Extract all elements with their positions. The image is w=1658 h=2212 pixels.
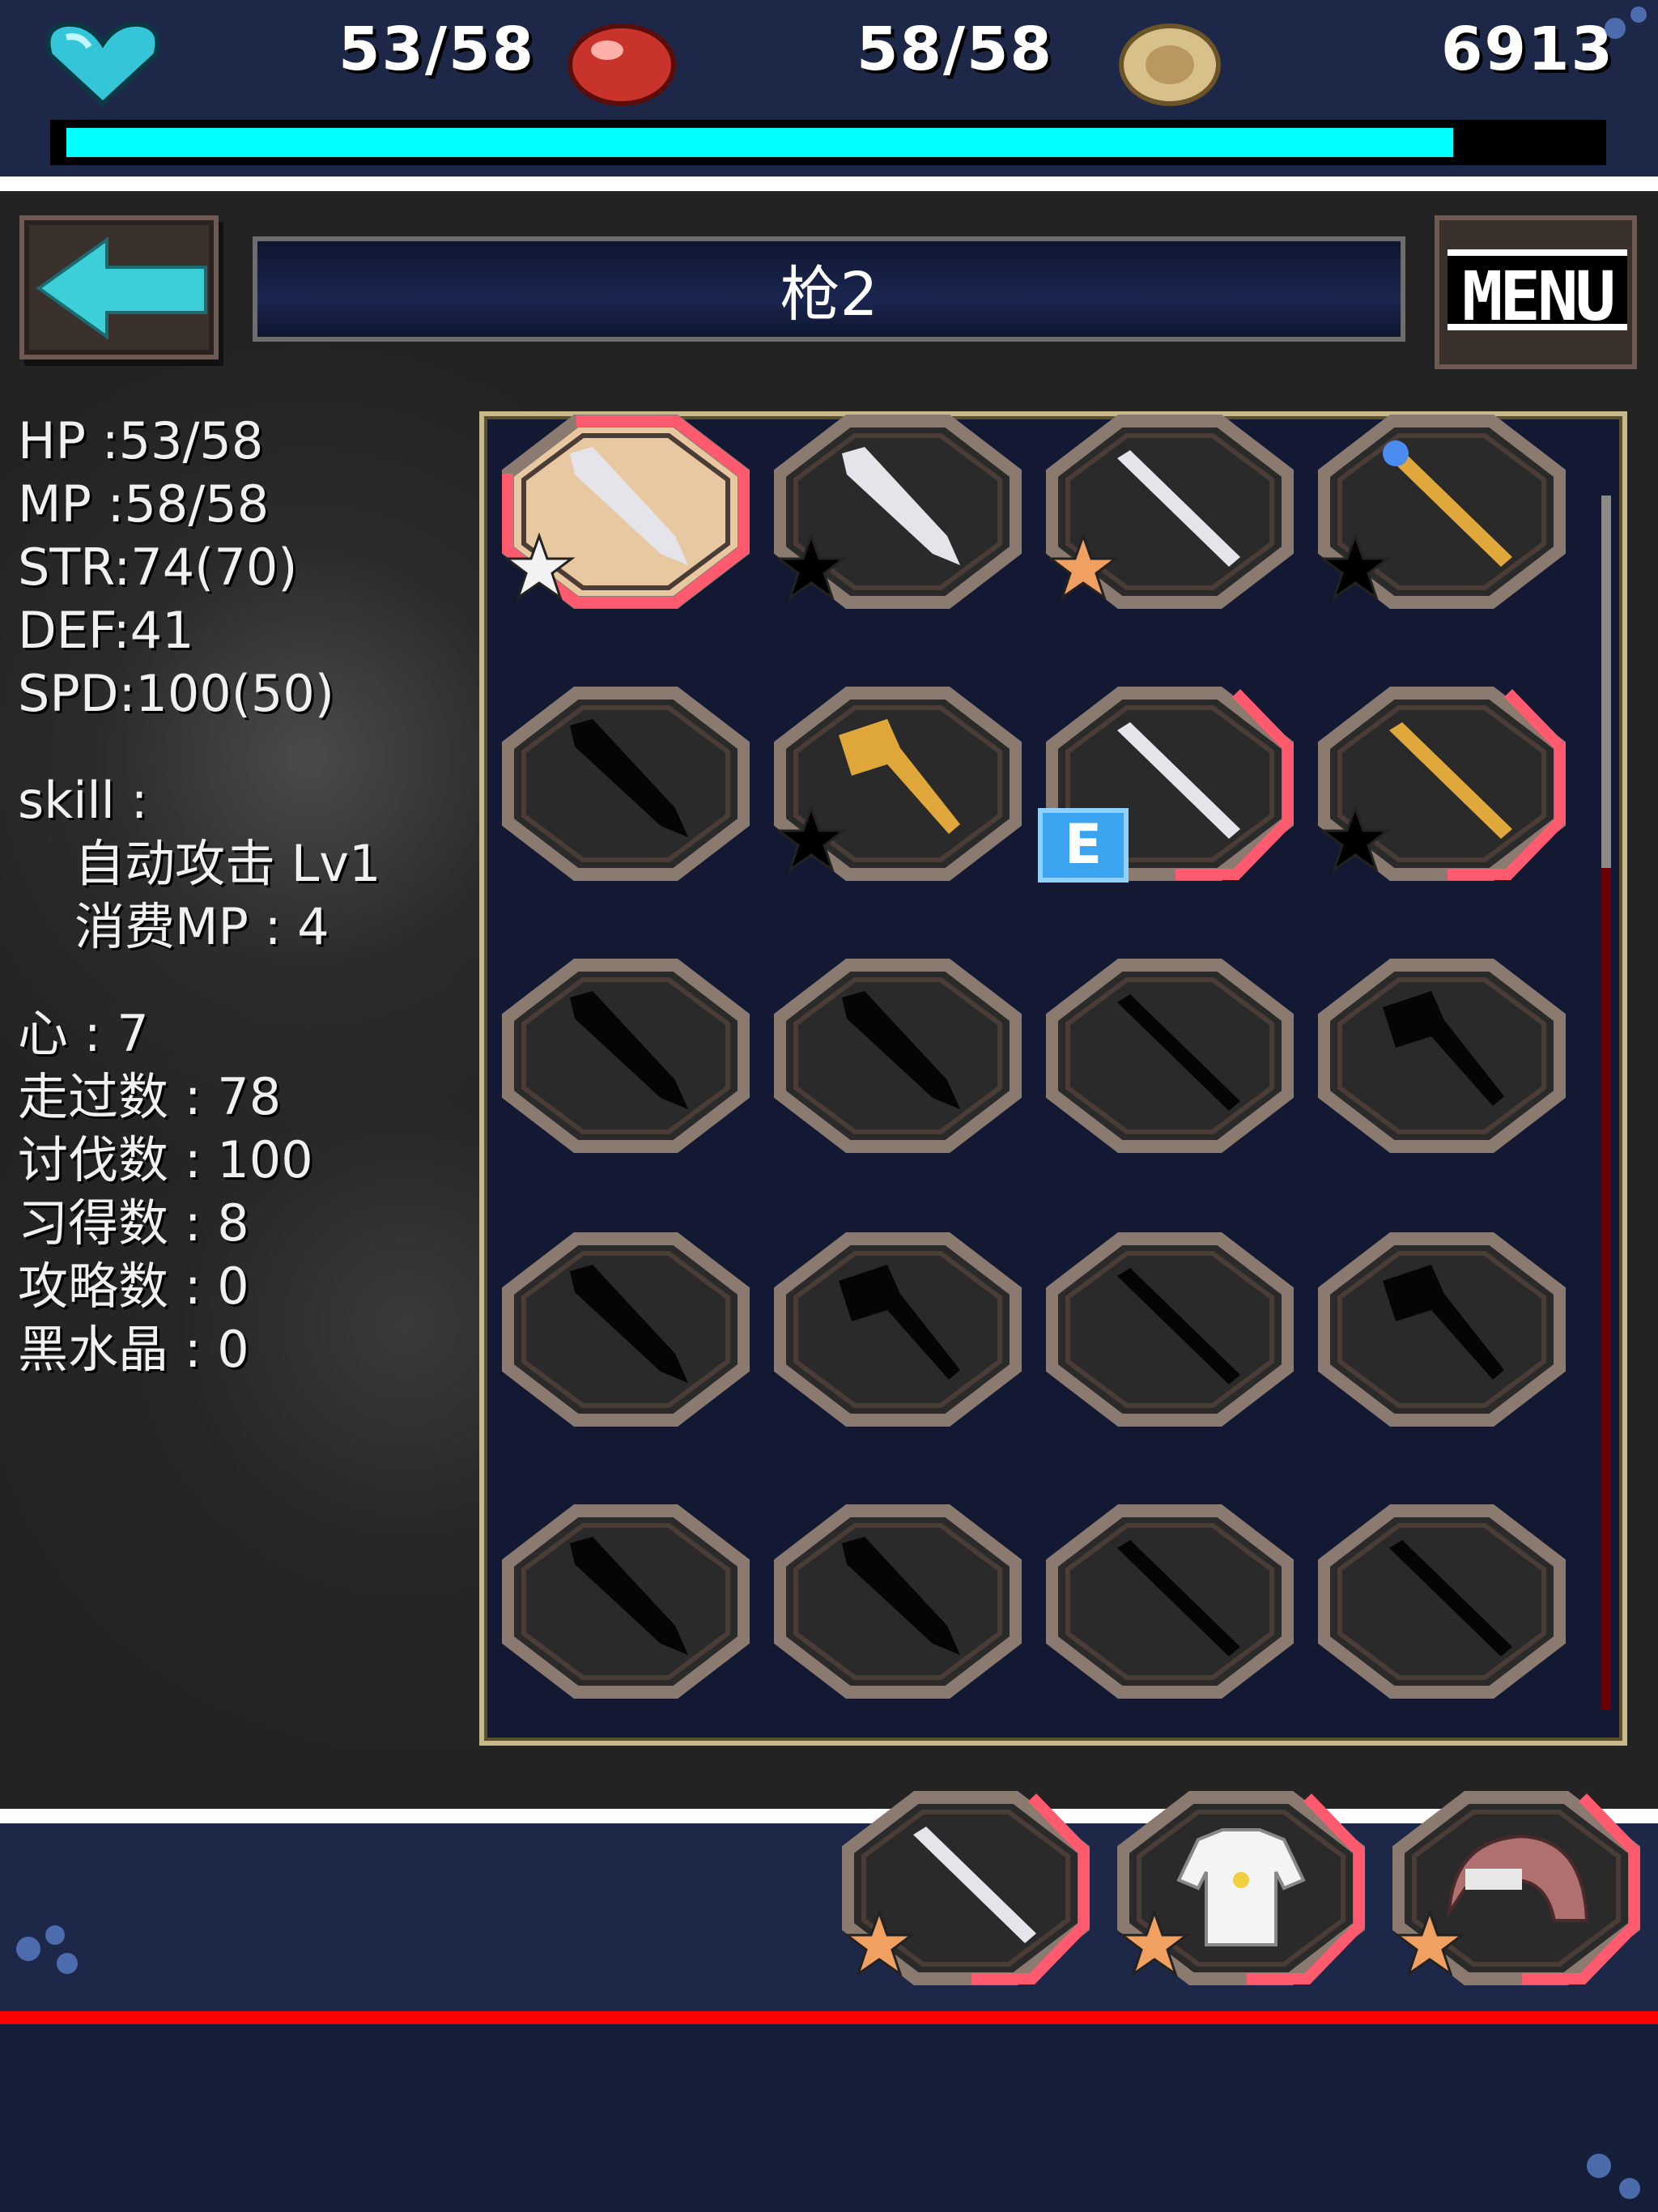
stat-spd: SPD:100(50) xyxy=(18,664,334,723)
item-slot-frame xyxy=(1318,959,1566,1153)
item-slot[interactable] xyxy=(774,1504,1022,1699)
arrow-left-icon xyxy=(36,236,207,340)
heart-icon xyxy=(45,21,160,108)
item-slot[interactable] xyxy=(1318,959,1566,1153)
item-slot[interactable] xyxy=(774,687,1022,881)
stat-black-crystal: 黑水晶 : 0 xyxy=(18,1320,249,1379)
item-slot[interactable] xyxy=(774,1232,1022,1427)
item-slot[interactable] xyxy=(502,1232,750,1427)
gold-coin-icon xyxy=(1119,23,1221,106)
item-slot[interactable] xyxy=(1046,1504,1294,1699)
stat-cleared: 攻略数 : 0 xyxy=(18,1257,249,1316)
paw-decoration xyxy=(1630,6,1647,23)
item-slot-frame xyxy=(1318,415,1566,609)
item-slot[interactable] xyxy=(1318,687,1566,881)
item-slot-frame xyxy=(774,1232,1022,1427)
menu-button[interactable]: MENU xyxy=(1435,215,1637,369)
item-slot-frame xyxy=(1046,959,1294,1153)
item-slot-frame xyxy=(1046,1232,1294,1427)
equipped-slot[interactable] xyxy=(1392,1791,1640,1985)
equipped-slot-frame xyxy=(1392,1791,1640,1985)
item-slot-frame xyxy=(502,687,750,881)
skill-name: 自动攻击 Lv1 xyxy=(74,834,381,893)
stat-def: DEF:41 xyxy=(18,601,194,660)
skill-cost: 消费MP : 4 xyxy=(74,897,329,956)
item-slot-frame xyxy=(1318,687,1566,881)
red-orb-icon xyxy=(568,23,676,106)
paw-decoration xyxy=(45,1925,65,1945)
paw-decoration xyxy=(16,1937,40,1961)
item-slot[interactable] xyxy=(1318,1504,1566,1699)
paw-decoration xyxy=(1605,18,1626,39)
item-slot[interactable] xyxy=(502,959,750,1153)
equipped-slot-frame xyxy=(842,1791,1090,1985)
stat-walked: 走过数 : 78 xyxy=(18,1067,282,1126)
hp-value: 53/58 xyxy=(338,15,535,84)
paw-decoration xyxy=(57,1953,78,1974)
mp-value: 58/58 xyxy=(857,15,1053,84)
item-slot[interactable] xyxy=(1046,415,1294,609)
stat-str: STR:74(70) xyxy=(18,538,298,597)
status-bar: 53/58 58/58 6913 xyxy=(0,0,1658,177)
exp-bar xyxy=(50,120,1606,165)
item-slot-frame xyxy=(502,1504,750,1699)
scrollbar-thumb[interactable] xyxy=(1601,496,1611,868)
equipped-slot-frame xyxy=(1117,1791,1365,1985)
stat-heart: 心 : 7 xyxy=(18,1004,149,1063)
item-slot-frame xyxy=(774,959,1022,1153)
item-slot-frame xyxy=(502,959,750,1153)
footer-area xyxy=(0,2024,1658,2212)
stat-defeated: 讨伐数 : 100 xyxy=(18,1130,313,1189)
item-slot-frame xyxy=(502,1232,750,1427)
item-slot[interactable] xyxy=(774,959,1022,1153)
stat-learned: 习得数 : 8 xyxy=(18,1193,249,1253)
item-slot[interactable] xyxy=(1318,1232,1566,1427)
item-slot-frame xyxy=(1318,1504,1566,1699)
item-slot-frame xyxy=(774,415,1022,609)
item-slot-frame xyxy=(502,415,750,609)
divider-red xyxy=(0,2011,1658,2024)
item-slot[interactable] xyxy=(502,415,750,609)
equipped-slot[interactable] xyxy=(1117,1791,1365,1985)
stats-panel: HP :53/58 MP :58/58 STR:74(70) DEF:41 SP… xyxy=(18,410,471,1381)
equipped-slot[interactable] xyxy=(842,1791,1090,1985)
item-slot[interactable] xyxy=(502,687,750,881)
item-slot[interactable] xyxy=(1046,959,1294,1153)
item-slot-frame xyxy=(1046,1504,1294,1699)
item-slot[interactable] xyxy=(1046,1232,1294,1427)
item-slot-frame xyxy=(1046,415,1294,609)
item-slot-frame xyxy=(774,1504,1022,1699)
exp-bar-fill xyxy=(66,128,1453,157)
gold-value: 6913 xyxy=(1441,15,1614,84)
skill-label: skill : xyxy=(18,771,148,830)
stat-hp: HP :53/58 xyxy=(18,411,264,470)
menu-label: MENU xyxy=(1448,249,1627,336)
item-slot[interactable] xyxy=(774,415,1022,609)
paw-decoration xyxy=(1587,2154,1611,2178)
back-button[interactable] xyxy=(19,215,219,359)
item-slot-frame xyxy=(774,687,1022,881)
stat-mp: MP :58/58 xyxy=(18,474,270,534)
item-slot[interactable] xyxy=(1318,415,1566,609)
paw-decoration xyxy=(1619,2178,1640,2199)
divider xyxy=(0,177,1658,191)
item-slot[interactable] xyxy=(502,1504,750,1699)
page-title: 枪2 xyxy=(780,259,878,330)
item-slot-frame xyxy=(1318,1232,1566,1427)
title-bar: 枪2 xyxy=(253,236,1405,342)
equipped-badge: E xyxy=(1038,808,1129,883)
